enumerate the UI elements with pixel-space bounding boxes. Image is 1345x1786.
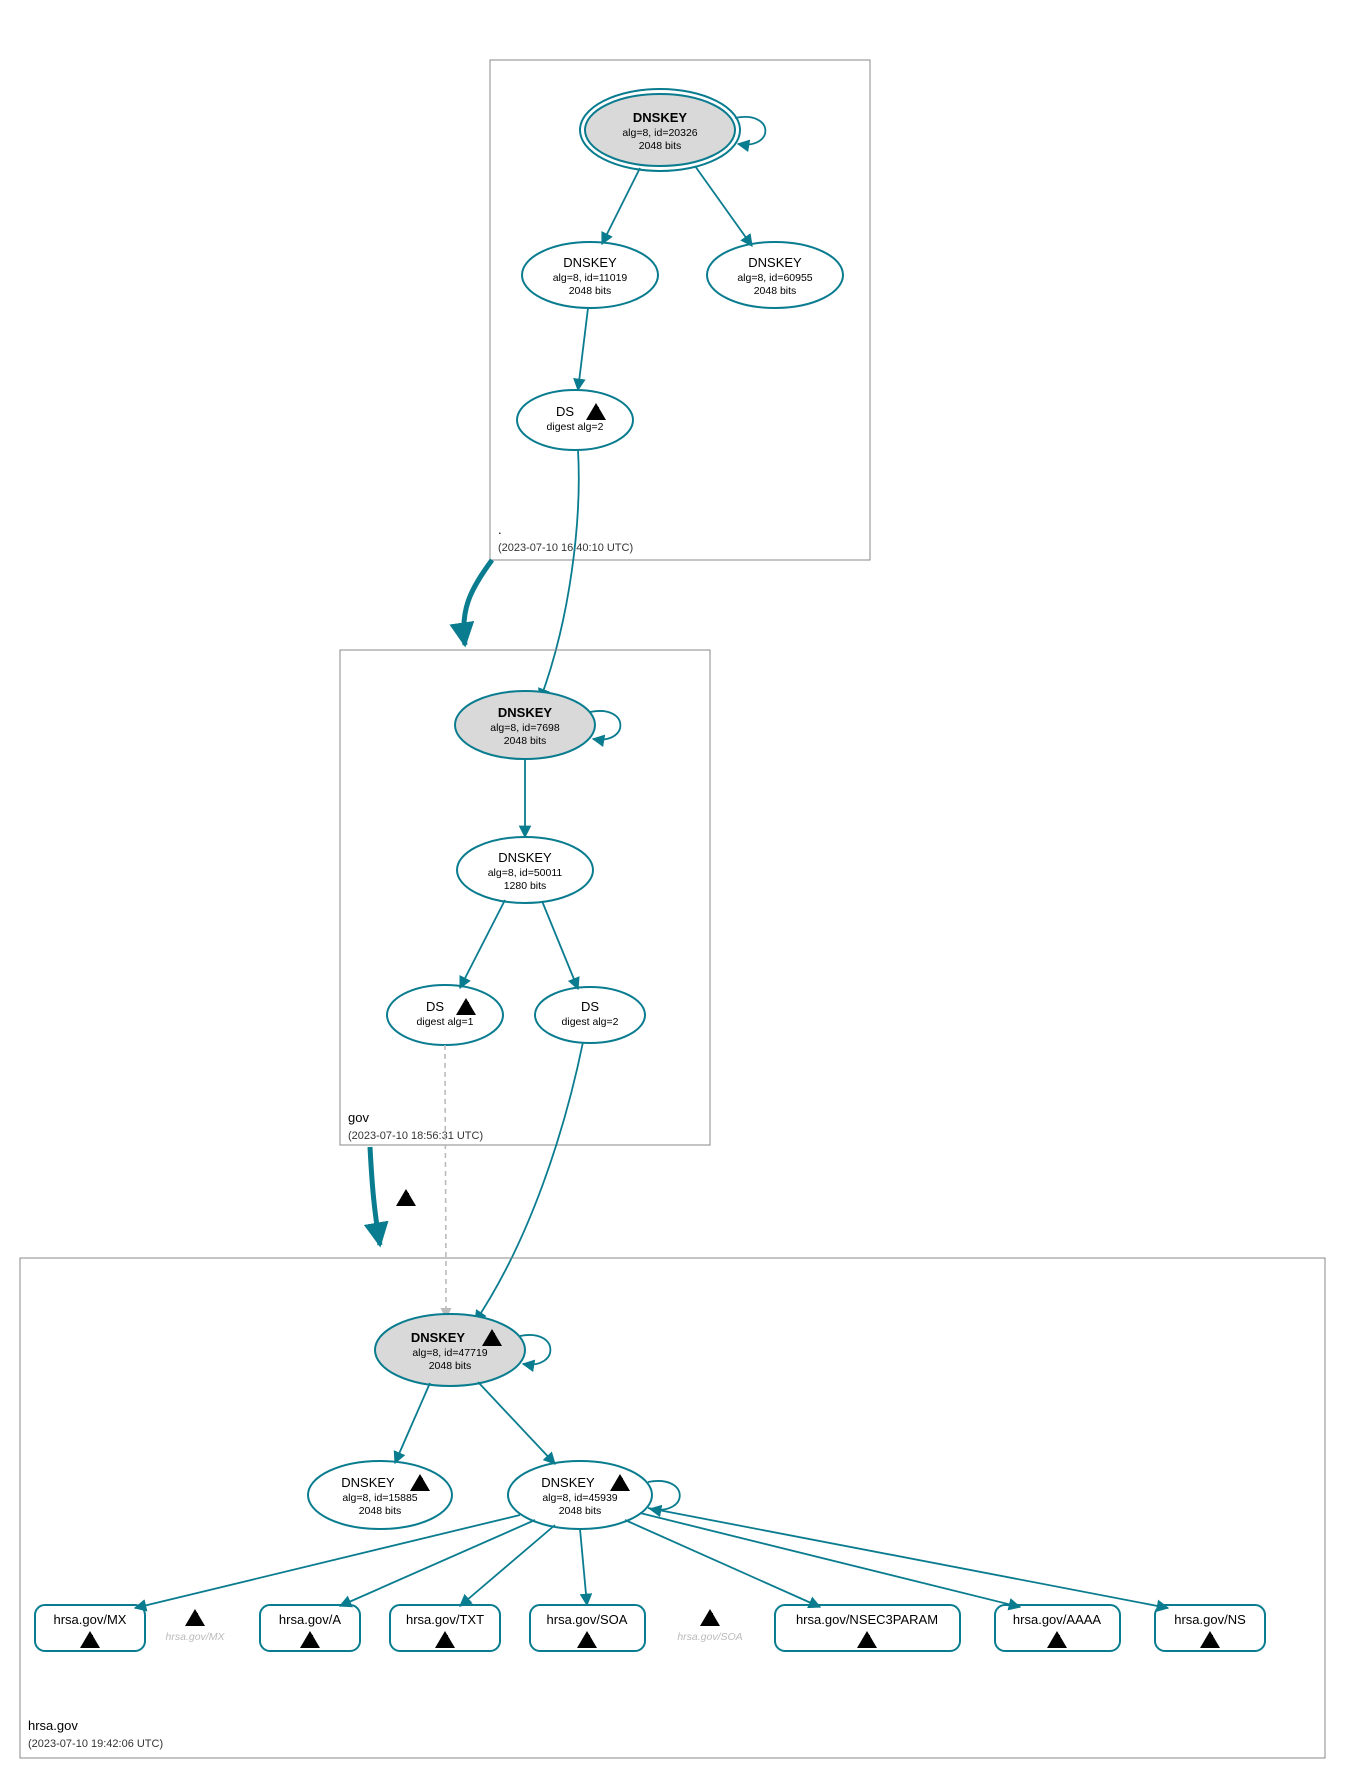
rr-nsec3param[interactable]: hrsa.gov/NSEC3PARAM [775,1605,960,1651]
svg-text:DNSKEY: DNSKEY [633,110,688,125]
edge-govzsk-ds1 [460,900,505,988]
edge-hrsaksk-zsk1 [395,1383,430,1463]
svg-text:hrsa.gov/SOA: hrsa.gov/SOA [547,1612,628,1627]
edge-govds2-hrsaksk [475,1042,583,1322]
rr-aaaa[interactable]: hrsa.gov/AAAA [995,1605,1120,1651]
zone-gov: gov (2023-07-10 18:56:31 UTC) DNSKEY alg… [340,650,710,1145]
edge-zsk2-ns [648,1508,1168,1608]
svg-text:DNSKEY: DNSKEY [541,1475,595,1490]
edge-rootzsk1-ds [578,308,588,390]
svg-text:DNSKEY: DNSKEY [498,850,552,865]
zone-gov-timestamp: (2023-07-10 18:56:31 UTC) [348,1130,483,1142]
edge-deleg-gov-hrsa [370,1147,380,1245]
zone-gov-name: gov [348,1110,369,1125]
edge-zsk2-soa [580,1529,587,1605]
svg-text:hrsa.gov/A: hrsa.gov/A [279,1612,341,1627]
node-root-zsk1[interactable]: DNSKEY alg=8, id=11019 2048 bits [522,242,658,308]
svg-text:hrsa.gov/NS: hrsa.gov/NS [1174,1612,1246,1627]
svg-text:DNSKEY: DNSKEY [563,255,617,270]
edge-deleg-root-gov [464,560,492,645]
svg-text:2048 bits: 2048 bits [504,735,547,747]
svg-text:2048 bits: 2048 bits [429,1360,472,1372]
node-hrsa-zsk2[interactable]: DNSKEY alg=8, id=45939 2048 bits [508,1461,652,1529]
svg-text:hrsa.gov/AAAA: hrsa.gov/AAAA [1013,1612,1101,1627]
rr-ns[interactable]: hrsa.gov/NS [1155,1605,1265,1651]
svg-text:alg=8, id=11019: alg=8, id=11019 [553,272,628,284]
svg-text:alg=8, id=47719: alg=8, id=47719 [412,1347,487,1359]
svg-text:alg=8, id=45939: alg=8, id=45939 [542,1492,617,1504]
node-gov-ds2[interactable]: DS digest alg=2 [535,987,645,1043]
error-icon [700,1609,720,1628]
edge-rootksk-zsk1 [602,168,640,244]
node-hrsa-zsk1[interactable]: DNSKEY alg=8, id=15885 2048 bits [308,1461,452,1529]
svg-text:2048 bits: 2048 bits [639,140,682,152]
svg-text:alg=8, id=60955: alg=8, id=60955 [737,272,812,284]
svg-text:digest alg=2: digest alg=2 [562,1016,619,1028]
rr-a[interactable]: hrsa.gov/A [260,1605,360,1651]
ghost-mx[interactable]: hrsa.gov/MX [166,1609,226,1643]
edge-zsk2-aaaa [640,1513,1020,1607]
edge-govzsk-ds2 [542,901,578,989]
svg-text:DNSKEY: DNSKEY [411,1330,466,1345]
edge-rootksk-zsk2 [695,166,752,246]
node-gov-ksk[interactable]: DNSKEY alg=8, id=7698 2048 bits [455,691,595,759]
edge-zsk2-txt [460,1525,555,1606]
svg-text:alg=8, id=7698: alg=8, id=7698 [490,722,560,734]
zone-root-timestamp: (2023-07-10 16:40:10 UTC) [498,542,633,554]
rr-soa[interactable]: hrsa.gov/SOA [530,1605,645,1651]
svg-text:2048 bits: 2048 bits [359,1505,402,1517]
node-root-ds[interactable]: DS digest alg=2 [517,390,633,450]
rr-txt[interactable]: hrsa.gov/TXT [390,1605,500,1651]
zone-hrsa-timestamp: (2023-07-10 19:42:06 UTC) [28,1738,163,1750]
node-gov-ds1[interactable]: DS digest alg=1 [387,985,503,1045]
svg-text:DNSKEY: DNSKEY [341,1475,395,1490]
svg-text:alg=8, id=50011: alg=8, id=50011 [488,867,563,879]
svg-text:hrsa.gov/TXT: hrsa.gov/TXT [406,1612,484,1627]
error-icon [185,1609,205,1628]
node-gov-zsk[interactable]: DNSKEY alg=8, id=50011 1280 bits [457,837,593,903]
ghost-soa[interactable]: hrsa.gov/SOA [677,1609,742,1643]
node-hrsa-ksk[interactable]: DNSKEY alg=8, id=47719 2048 bits [375,1314,525,1386]
svg-text:digest alg=2: digest alg=2 [547,421,604,433]
svg-text:DS: DS [581,999,599,1014]
svg-text:digest alg=1: digest alg=1 [417,1016,474,1028]
svg-text:hrsa.gov/MX: hrsa.gov/MX [166,1631,226,1643]
edge-hrsaksk-zsk2 [478,1382,555,1464]
svg-text:hrsa.gov/NSEC3PARAM: hrsa.gov/NSEC3PARAM [796,1612,938,1627]
svg-text:alg=8, id=15885: alg=8, id=15885 [342,1492,417,1504]
zone-root-name: . [498,522,502,537]
svg-text:DS: DS [426,999,444,1014]
svg-text:DNSKEY: DNSKEY [748,255,802,270]
svg-text:hrsa.gov/SOA: hrsa.gov/SOA [677,1631,742,1643]
zone-hrsa: hrsa.gov (2023-07-10 19:42:06 UTC) DNSKE… [20,1258,1325,1758]
rr-mx[interactable]: hrsa.gov/MX [35,1605,145,1651]
svg-text:2048 bits: 2048 bits [559,1505,602,1517]
edge-govds1-hrsaksk [445,1045,446,1318]
svg-text:2048 bits: 2048 bits [569,285,612,297]
warning-icon [396,1189,416,1208]
svg-text:hrsa.gov/MX: hrsa.gov/MX [54,1612,127,1627]
node-root-zsk2[interactable]: DNSKEY alg=8, id=60955 2048 bits [707,242,843,308]
svg-text:2048 bits: 2048 bits [754,285,797,297]
edge-zsk2-mx [135,1515,520,1608]
zone-root: . (2023-07-10 16:40:10 UTC) DNSKEY alg=8… [490,60,870,560]
edge-rootds-govksk [540,450,579,700]
svg-text:DS: DS [556,404,574,419]
node-root-ksk[interactable]: DNSKEY alg=8, id=20326 2048 bits [580,89,740,171]
edge-zsk2-a [340,1520,535,1606]
zone-hrsa-name: hrsa.gov [28,1718,78,1733]
svg-text:1280 bits: 1280 bits [504,880,547,892]
svg-text:DNSKEY: DNSKEY [498,705,553,720]
svg-text:alg=8, id=20326: alg=8, id=20326 [622,127,697,139]
